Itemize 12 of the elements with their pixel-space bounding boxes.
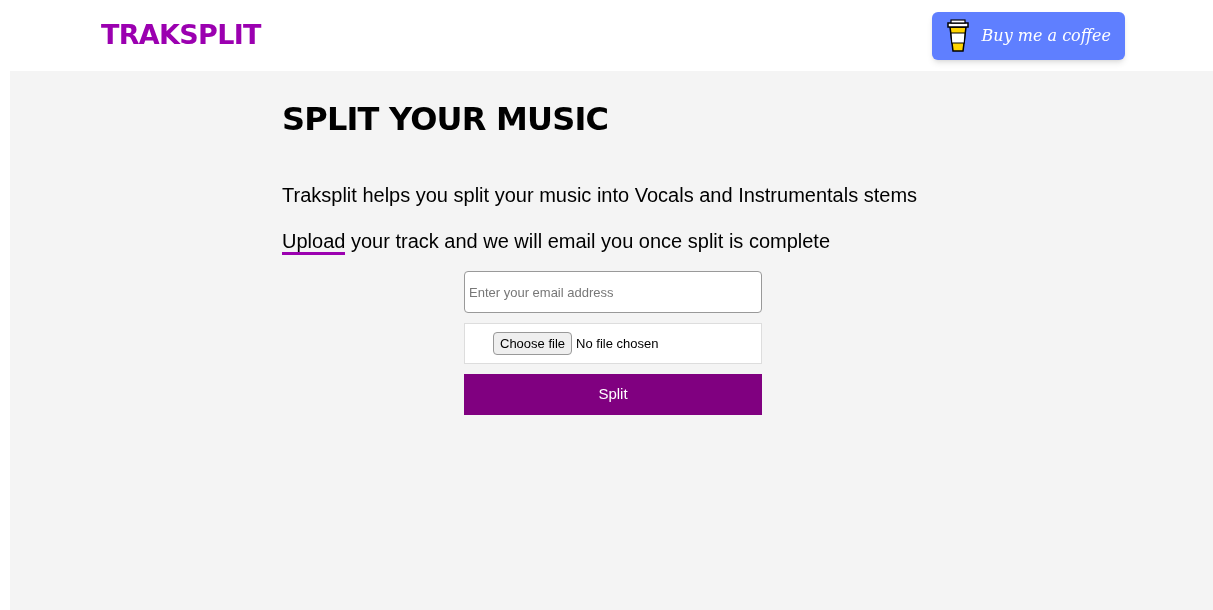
email-field[interactable]: Enter your email address — [464, 271, 762, 313]
upload-link[interactable]: Upload — [282, 230, 346, 255]
logo[interactable]: TRAKSPLIT — [101, 15, 261, 56]
split-button[interactable]: Split — [464, 374, 762, 415]
page-title: SPLIT YOUR MUSIC — [282, 99, 610, 139]
intro-text: Traksplit helps you split your music into Vocals and Instrumentals stems — [282, 183, 919, 207]
upload-text: Upload your track and we will email you once split is complete — [282, 229, 1213, 253]
coffee-cup-icon — [945, 18, 970, 53]
file-status: No file chosen — [576, 334, 659, 353]
file-field[interactable]: Choose file No file chosen — [464, 323, 762, 364]
coffee-button[interactable]: Buy me a coffee — [931, 11, 1125, 60]
choose-file-button[interactable]: Choose file — [493, 331, 573, 356]
